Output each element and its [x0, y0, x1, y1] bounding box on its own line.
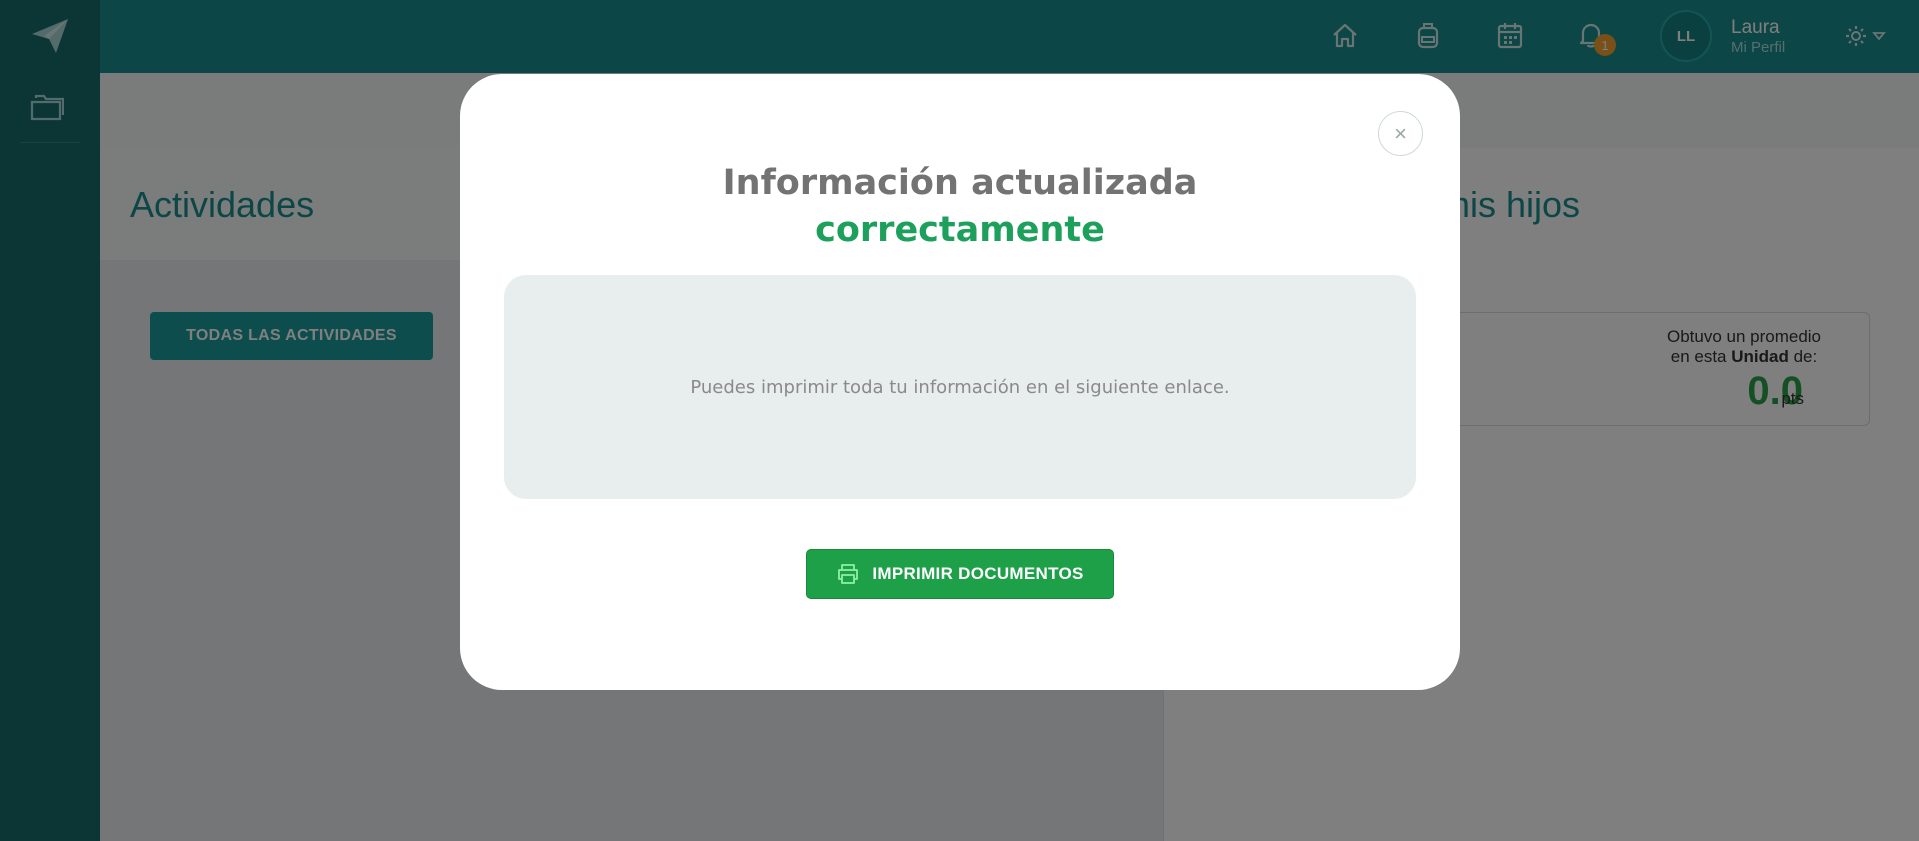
- success-modal: × Información actualizada correctamente …: [460, 74, 1460, 690]
- info-message: Puedes imprimir toda tu información en e…: [690, 376, 1230, 398]
- modal-title: Información actualizada: [722, 163, 1198, 203]
- close-button[interactable]: ×: [1378, 111, 1423, 156]
- printer-icon: [838, 564, 859, 584]
- info-box: Puedes imprimir toda tu información en e…: [504, 275, 1416, 499]
- print-button-label: IMPRIMIR DOCUMENTOS: [872, 564, 1084, 583]
- print-documents-button[interactable]: IMPRIMIR DOCUMENTOS: [806, 549, 1114, 599]
- modal-subtitle: correctamente: [815, 210, 1105, 250]
